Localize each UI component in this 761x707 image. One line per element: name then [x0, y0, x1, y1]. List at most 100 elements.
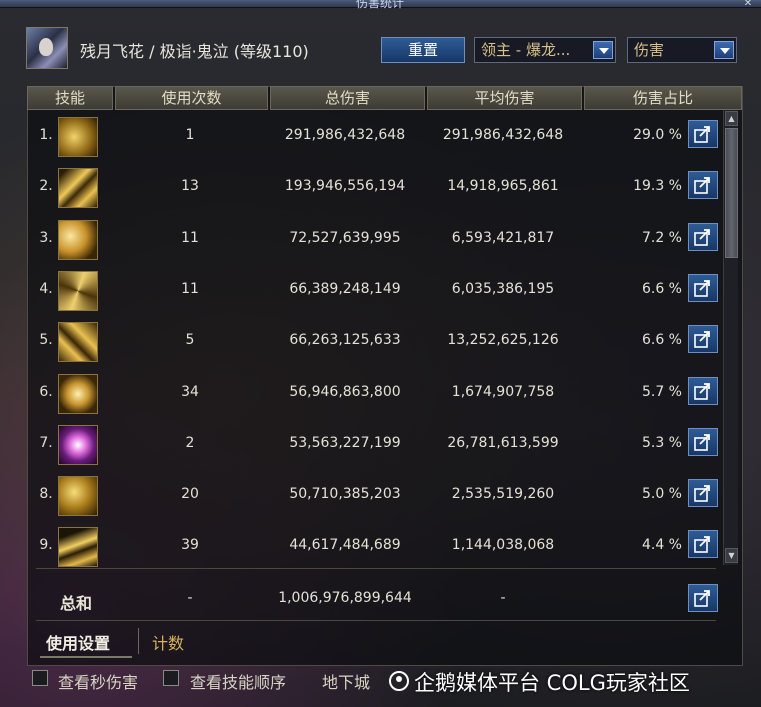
row-number: 3. — [39, 230, 53, 246]
col-header-skill: 技能 — [27, 86, 113, 110]
window-titlebar: 伤害统计 ✕ — [0, 0, 761, 10]
row-total-damage: 50,710,385,203 — [289, 486, 401, 502]
skill-icon-5 — [58, 322, 98, 362]
row-damage-share: 5.0 % — [641, 486, 682, 502]
dungeon-label: 地下城 — [322, 673, 371, 692]
target-select-value: 领主 - 爆龙... — [481, 41, 571, 59]
share-row-button[interactable] — [688, 428, 718, 456]
row-number: 8. — [39, 486, 53, 502]
col-header-share: 伤害占比 — [584, 86, 742, 110]
row-number: 4. — [39, 281, 53, 297]
divider — [36, 620, 716, 621]
share-icon — [694, 383, 710, 400]
target-select[interactable]: 领主 - 爆龙... — [474, 37, 616, 63]
chevron-down-icon[interactable] — [593, 41, 613, 59]
share-total-button[interactable] — [688, 584, 718, 612]
share-icon — [694, 536, 710, 553]
row-uses: 20 — [181, 486, 199, 502]
row-damage-share: 5.7 % — [641, 384, 682, 400]
row-avg-damage: 6,035,386,195 — [451, 281, 555, 297]
share-icon — [694, 331, 710, 348]
tab-separator — [138, 628, 139, 654]
share-row-button[interactable] — [688, 223, 718, 251]
row-number: 5. — [39, 332, 53, 348]
scroll-down-icon[interactable]: ▼ — [725, 548, 738, 563]
skill-icon-3 — [58, 220, 98, 260]
share-row-button[interactable] — [688, 479, 718, 507]
row-total-damage: 56,946,863,800 — [289, 384, 401, 400]
total-damage: 1,006,976,899,644 — [278, 590, 412, 606]
row-avg-damage: 6,593,421,817 — [451, 230, 555, 246]
share-row-button[interactable] — [688, 325, 718, 353]
divider — [36, 568, 716, 569]
row-total-damage: 44,617,484,689 — [289, 537, 401, 553]
row-avg-damage: 2,535,519,260 — [451, 486, 555, 502]
row-avg-damage: 26,781,613,599 — [447, 435, 559, 451]
row-uses: 5 — [185, 332, 195, 348]
tab-count[interactable]: 计数 — [152, 630, 184, 654]
row-number: 1. — [39, 127, 53, 143]
scroll-thumb[interactable] — [725, 128, 738, 258]
share-row-button[interactable] — [688, 377, 718, 405]
row-avg-damage: 13,252,625,126 — [447, 332, 559, 348]
col-header-uses: 使用次数 — [115, 86, 268, 110]
per-second-checkbox[interactable] — [32, 670, 48, 686]
share-icon — [694, 177, 710, 194]
share-icon — [694, 590, 710, 607]
share-icon — [694, 126, 710, 143]
skill-icon-9 — [58, 527, 98, 567]
row-damage-share: 6.6 % — [641, 281, 682, 297]
row-number: 7. — [39, 435, 53, 451]
row-damage-share: 7.2 % — [641, 230, 682, 246]
share-row-button[interactable] — [688, 171, 718, 199]
share-icon — [694, 485, 710, 502]
character-name: 残月飞花 / 极诣·鬼泣 (等级110) — [80, 42, 309, 61]
share-row-button[interactable] — [688, 120, 718, 148]
avatar — [26, 27, 68, 69]
tab-settings[interactable]: 使用设置 — [46, 630, 110, 654]
row-total-damage: 72,527,639,995 — [289, 230, 401, 246]
row-uses: 11 — [181, 230, 199, 246]
row-damage-share: 29.0 % — [633, 127, 682, 143]
row-damage-share: 5.3 % — [641, 435, 682, 451]
watermark: 企鹅媒体平台 COLG玩家社区 — [414, 671, 690, 695]
window-title: 伤害统计 — [355, 0, 404, 10]
tab-underline — [40, 656, 132, 658]
row-total-damage: 53,563,227,199 — [289, 435, 401, 451]
row-uses: 1 — [185, 127, 195, 143]
total-label: 总和 — [60, 594, 93, 613]
share-icon — [694, 229, 710, 246]
row-total-damage: 193,946,556,194 — [284, 178, 406, 194]
total-avg: - — [500, 590, 506, 606]
row-uses: 34 — [181, 384, 199, 400]
scroll-up-icon[interactable]: ▲ — [725, 111, 738, 126]
per-second-label: 查看秒伤害 — [58, 673, 139, 692]
row-avg-damage: 1,144,038,068 — [451, 537, 555, 553]
row-avg-damage: 1,674,907,758 — [451, 384, 555, 400]
row-avg-damage: 14,918,965,861 — [447, 178, 559, 194]
row-total-damage: 66,389,248,149 — [289, 281, 401, 297]
skill-icon-4 — [58, 271, 98, 311]
chevron-down-icon[interactable] — [714, 41, 734, 59]
share-icon — [694, 280, 710, 297]
row-total-damage: 66,263,125,633 — [289, 332, 401, 348]
row-number: 9. — [39, 537, 53, 553]
close-icon[interactable]: ✕ — [741, 0, 755, 9]
skill-order-label: 查看技能顺序 — [190, 673, 287, 692]
skill-icon-1 — [58, 117, 98, 157]
skill-icon-6 — [58, 374, 98, 414]
skill-icon-7 — [58, 425, 98, 465]
row-avg-damage: 291,986,432,648 — [442, 127, 564, 143]
skill-order-checkbox[interactable] — [163, 670, 179, 686]
scrollbar[interactable]: ▲ ▼ — [723, 110, 738, 565]
col-header-total: 总伤害 — [270, 86, 425, 110]
share-row-button[interactable] — [688, 530, 718, 558]
reset-button[interactable]: 重置 — [381, 37, 465, 63]
watermark-logo-icon — [389, 671, 409, 691]
share-icon — [694, 434, 710, 451]
share-row-button[interactable] — [688, 274, 718, 302]
row-uses: 39 — [181, 537, 199, 553]
metric-select[interactable]: 伤害 — [627, 37, 737, 63]
row-uses: 13 — [181, 178, 199, 194]
damage-panel — [27, 86, 743, 666]
